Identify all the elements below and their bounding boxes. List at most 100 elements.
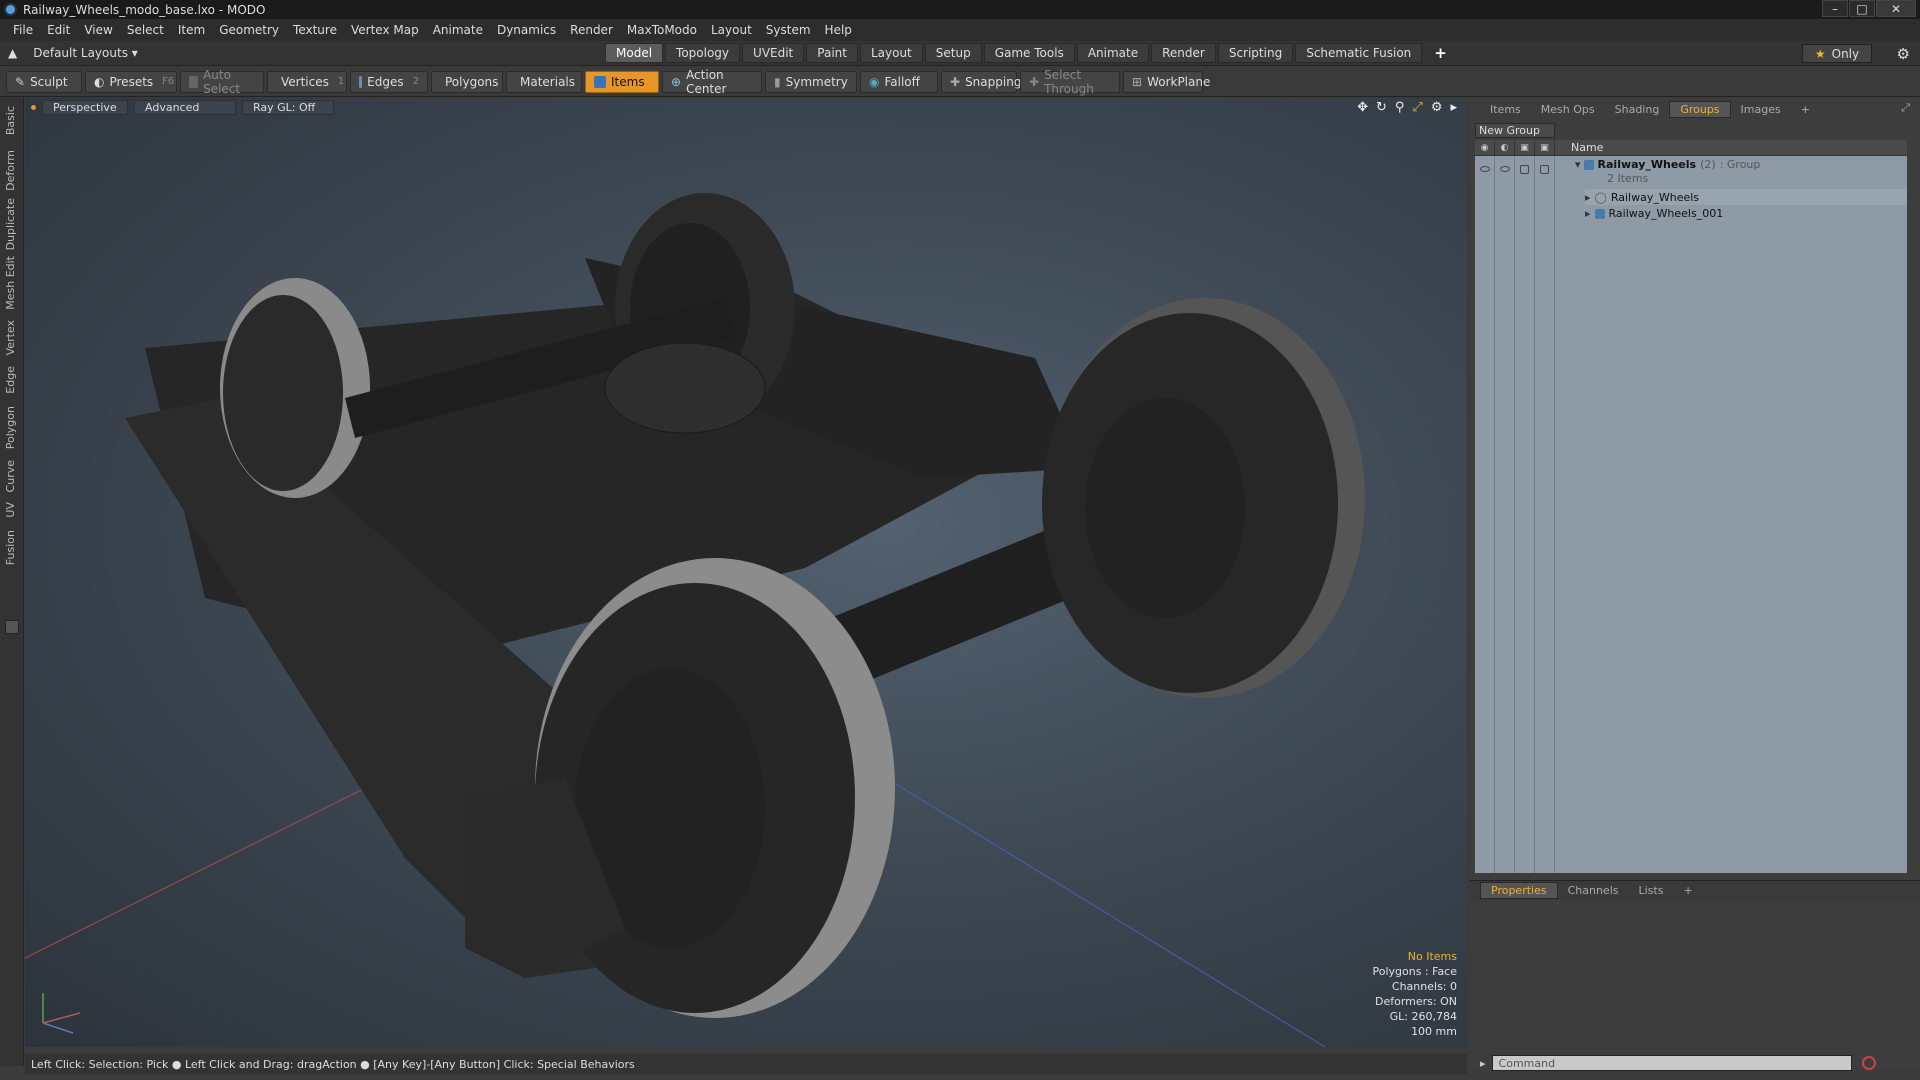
tab-polygon[interactable]: Polygon <box>4 406 17 449</box>
viewport-settings-icon[interactable]: ⚙ <box>1431 100 1443 115</box>
menu-layout[interactable]: Layout <box>704 23 759 37</box>
add-tab-button[interactable]: + <box>1424 43 1457 63</box>
eye-icon[interactable] <box>1480 166 1490 172</box>
auto-select-button[interactable]: Auto Select <box>180 68 264 96</box>
tab-topology[interactable]: Topology <box>665 43 741 63</box>
workplane-button[interactable]: ⊞ WorkPlane <box>1123 70 1210 93</box>
stop-icon[interactable] <box>1861 1056 1876 1070</box>
new-group-button[interactable]: New Group <box>1475 123 1555 138</box>
tab-basic[interactable]: Basic <box>4 106 17 135</box>
menu-texture[interactable]: Texture <box>286 23 344 37</box>
shading-dropdown[interactable]: Advanced <box>134 99 236 115</box>
only-toggle[interactable]: ★ Only <box>1802 44 1872 63</box>
list-item[interactable]: ▸ ◯ Railway_Wheels <box>1585 189 1907 205</box>
gear-icon[interactable]: ⚙ <box>1897 45 1910 63</box>
materials-button[interactable]: Materials <box>506 70 582 93</box>
tab-channels[interactable]: Channels <box>1558 882 1629 899</box>
tab-shading[interactable]: Shading <box>1605 101 1670 118</box>
viewport-menu-dot[interactable] <box>31 104 36 110</box>
select-checkbox[interactable] <box>1540 165 1549 174</box>
3d-viewport[interactable]: Perspective Advanced Ray GL: Off ✥ ↻ ⚲ ⤢… <box>25 98 1467 1047</box>
edges-button[interactable]: Edges 2 <box>350 70 428 93</box>
tab-edge[interactable]: Edge <box>4 366 17 394</box>
tab-render[interactable]: Render <box>1151 43 1216 63</box>
collapse-icon[interactable]: ▾ <box>1575 158 1581 171</box>
tab-groups[interactable]: Groups <box>1669 100 1731 118</box>
list-item[interactable]: ▸ Railway_Wheels_001 <box>1585 207 1723 220</box>
tab-items[interactable]: Items <box>1480 101 1531 118</box>
snapping-button[interactable]: ✚ Snapping <box>941 70 1021 93</box>
tab-game-tools[interactable]: Game Tools <box>983 43 1075 63</box>
menu-view[interactable]: View <box>77 23 119 37</box>
tab-vertex[interactable]: Vertex <box>4 320 17 355</box>
action-center-button[interactable]: ⊕ Action Center <box>662 68 762 96</box>
sculpt-button[interactable]: ✎ Sculpt <box>6 70 82 93</box>
ray-gl-toggle[interactable]: Ray GL: Off <box>242 99 334 115</box>
expand-arrow-icon[interactable]: ▸ <box>1450 100 1457 115</box>
tab-animate[interactable]: Animate <box>1076 43 1150 63</box>
menu-select[interactable]: Select <box>120 23 171 37</box>
zoom-icon[interactable]: ⚲ <box>1395 100 1405 115</box>
tab-uv[interactable]: UV <box>4 502 17 518</box>
tab-properties[interactable]: Properties <box>1480 882 1558 899</box>
minimize-button[interactable]: – <box>1822 0 1848 17</box>
menu-system[interactable]: System <box>759 23 818 37</box>
tab-mesh-edit[interactable]: Mesh Edit <box>4 256 17 310</box>
menu-animate[interactable]: Animate <box>426 23 490 37</box>
tab-fusion[interactable]: Fusion <box>4 530 17 565</box>
vertices-shortcut: 1 <box>337 76 345 87</box>
menu-vertex-map[interactable]: Vertex Map <box>344 23 426 37</box>
group-row[interactable]: ▾ Railway_Wheels (2) : Group <box>1575 158 1760 171</box>
visibility-column-icon[interactable]: ◉ <box>1475 139 1495 156</box>
tab-lists[interactable]: Lists <box>1629 882 1674 899</box>
render-toggle-icon[interactable] <box>1500 166 1510 172</box>
tab-duplicate[interactable]: Duplicate <box>4 198 17 250</box>
collapse-arrow-icon[interactable]: ▲ <box>8 46 17 60</box>
add-panel-tab-button[interactable]: + <box>1791 101 1820 118</box>
panel-expand-icon[interactable]: ⤢ <box>1901 101 1910 115</box>
close-button[interactable]: ✕ <box>1876 0 1916 17</box>
palette-toggle-button[interactable] <box>5 620 19 634</box>
vertices-button[interactable]: Vertices 1 <box>267 70 347 93</box>
menu-item[interactable]: Item <box>171 23 212 37</box>
pan-icon[interactable]: ✥ <box>1357 100 1368 115</box>
maximize-button[interactable]: □ <box>1849 0 1875 17</box>
lock-column-icon[interactable]: ▣ <box>1515 139 1535 156</box>
menu-dynamics[interactable]: Dynamics <box>490 23 563 37</box>
symmetry-button[interactable]: ▮ Symmetry <box>765 70 857 93</box>
menu-geometry[interactable]: Geometry <box>212 23 286 37</box>
layouts-dropdown[interactable]: Default Layouts ▾ <box>33 46 138 60</box>
menu-maxtomodo[interactable]: MaxToModo <box>620 23 704 37</box>
command-input[interactable]: Command <box>1491 1055 1852 1071</box>
expand-icon[interactable]: ▸ <box>1585 207 1591 220</box>
select-column-icon[interactable]: ▣ <box>1535 139 1555 156</box>
tab-model[interactable]: Model <box>605 43 664 63</box>
tab-curve[interactable]: Curve <box>4 460 17 492</box>
maximize-icon[interactable]: ⤢ <box>1412 100 1422 115</box>
expand-icon[interactable]: ▸ <box>1585 191 1591 204</box>
perspective-dropdown[interactable]: Perspective <box>42 99 128 115</box>
render-column-icon[interactable]: ◐ <box>1495 139 1515 156</box>
tab-mesh-ops[interactable]: Mesh Ops <box>1531 101 1605 118</box>
tab-setup[interactable]: Setup <box>924 43 982 63</box>
falloff-button[interactable]: ◉ Falloff <box>860 70 938 93</box>
tab-images[interactable]: Images <box>1731 101 1791 118</box>
menu-render[interactable]: Render <box>563 23 620 37</box>
tab-layout[interactable]: Layout <box>859 43 923 63</box>
lock-checkbox[interactable] <box>1520 165 1529 174</box>
items-button[interactable]: Items <box>585 70 659 93</box>
name-column-header[interactable]: Name <box>1555 141 1603 154</box>
tab-uvedit[interactable]: UVEdit <box>742 43 805 63</box>
presets-button[interactable]: ◐ Presets F6 <box>85 70 177 93</box>
tab-scripting[interactable]: Scripting <box>1217 43 1294 63</box>
tab-schematic-fusion[interactable]: Schematic Fusion <box>1295 43 1423 63</box>
menu-help[interactable]: Help <box>818 23 859 37</box>
menu-edit[interactable]: Edit <box>40 23 77 37</box>
add-props-tab-button[interactable]: + <box>1673 882 1702 899</box>
select-through-button[interactable]: ✚ Select Through <box>1020 68 1120 96</box>
menu-file[interactable]: File <box>6 23 40 37</box>
polygons-button[interactable]: Polygons <box>431 70 503 93</box>
tab-deform[interactable]: Deform <box>4 150 17 191</box>
tab-paint[interactable]: Paint <box>806 43 858 63</box>
rotate-icon[interactable]: ↻ <box>1376 100 1387 115</box>
